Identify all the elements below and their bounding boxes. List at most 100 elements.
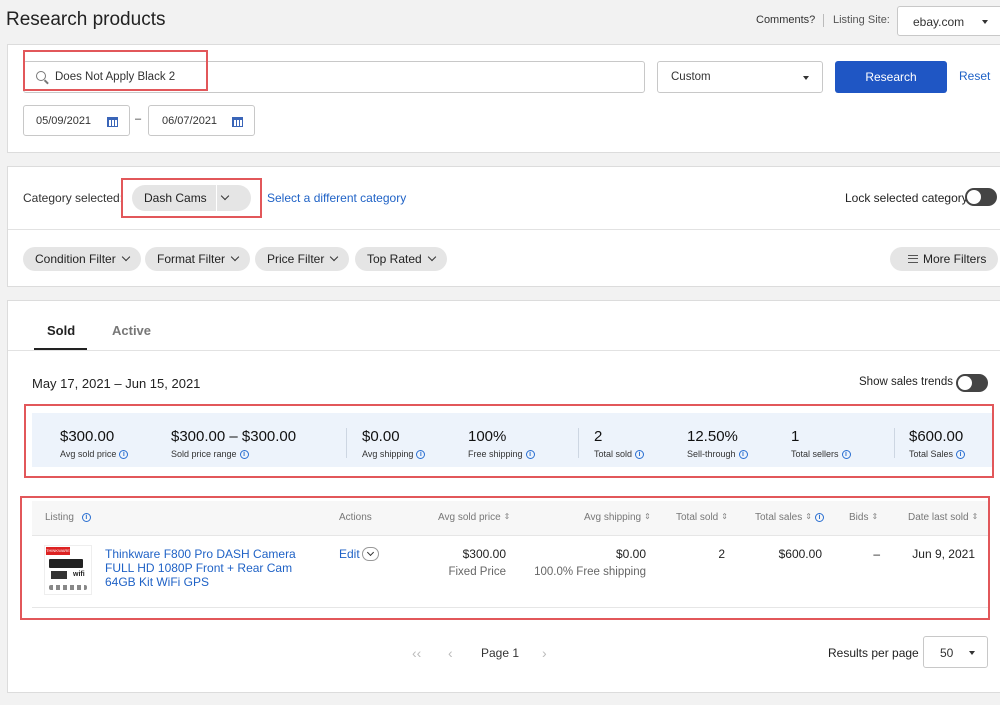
reset-link[interactable]: Reset <box>959 69 990 83</box>
stat-free-shipping: 100% Free shipping i <box>468 428 535 460</box>
listing-site-label: Listing Site: <box>833 14 890 26</box>
info-icon[interactable]: i <box>416 450 426 460</box>
condition-filter-label: Condition Filter <box>35 252 116 266</box>
stat-label: Total sold <box>594 449 633 459</box>
stat-value: 12.50% <box>687 428 738 445</box>
category-chip[interactable]: Dash Cams <box>132 185 251 211</box>
lock-category-toggle[interactable] <box>965 188 997 206</box>
more-filters-button[interactable]: More Filters <box>890 247 999 271</box>
col-bids-label: Bids <box>849 512 869 523</box>
stat-label: Total sellers <box>791 449 839 459</box>
next-page-icon[interactable]: › <box>542 645 547 661</box>
stats-divider <box>346 428 347 458</box>
results-card <box>7 300 1000 693</box>
more-filters-label: More Filters <box>923 252 987 266</box>
sort-icon[interactable]: ⇕ <box>644 513 651 521</box>
top-rated-filter-label: Top Rated <box>367 252 422 266</box>
chevron-down-icon <box>230 252 240 262</box>
lock-category-label: Lock selected category <box>845 191 968 205</box>
table-header-row <box>32 501 990 536</box>
format-filter-label: Format Filter <box>157 252 226 266</box>
col-avg-shipping[interactable]: Avg shipping ⇕ <box>584 512 651 523</box>
stat-label: Avg sold price <box>60 449 117 459</box>
chevron-down-icon <box>366 548 375 557</box>
stat-total-sales: $600.00 Total Sales i <box>909 428 966 460</box>
product-thumbnail[interactable]: THINKWARE wifi <box>44 545 92 595</box>
sort-icon[interactable]: ⇕ <box>504 513 511 521</box>
col-bids[interactable]: Bids ⇕ <box>849 512 878 523</box>
format-filter-button[interactable]: Format Filter <box>145 247 251 271</box>
row-total-sold: 2 <box>718 547 725 561</box>
sort-icon[interactable]: ⇕ <box>805 513 812 521</box>
listing-site-value: ebay.com <box>913 15 965 29</box>
prev-page-icon[interactable]: ‹ <box>448 645 453 661</box>
calendar-icon <box>232 117 243 127</box>
info-icon[interactable]: i <box>81 512 91 522</box>
price-filter-button[interactable]: Price Filter <box>255 247 350 271</box>
select-category-link[interactable]: Select a different category <box>267 191 406 205</box>
search-input[interactable]: Does Not Apply Black 2 <box>23 61 645 93</box>
category-label: Category selected: <box>23 191 124 205</box>
tabs-divider <box>8 350 1000 351</box>
product-title-link[interactable]: Thinkware F800 Pro DASH Camera FULL HD 1… <box>105 547 317 589</box>
col-avg-sold-price[interactable]: Avg sold price ⇕ <box>438 512 510 523</box>
date-from-input[interactable]: 05/09/2021 <box>23 105 130 136</box>
stats-divider <box>894 428 895 458</box>
search-icon-handle <box>44 79 49 85</box>
row-free-shipping: 100.0% Free shipping <box>534 566 646 578</box>
tab-active[interactable]: Active <box>112 323 151 338</box>
row-format: Fixed Price <box>448 566 506 578</box>
info-icon[interactable]: i <box>814 512 824 522</box>
col-total-sales-label: Total sales <box>755 512 803 523</box>
category-chip-label: Dash Cams <box>144 191 207 205</box>
thumb-brand-banner: THINKWARE <box>46 547 70 555</box>
row-total-sales: $600.00 <box>778 547 822 561</box>
period-select[interactable]: Custom <box>657 61 823 93</box>
date-to-input[interactable]: 06/07/2021 <box>148 105 255 136</box>
sales-trends-toggle[interactable] <box>956 374 988 392</box>
info-icon[interactable]: i <box>525 450 535 460</box>
first-page-icon[interactable]: ‹‹ <box>412 645 421 661</box>
col-total-sold[interactable]: Total sold ⇕ <box>676 512 728 523</box>
date-separator: – <box>135 113 142 125</box>
stat-value: $600.00 <box>909 428 964 445</box>
info-icon[interactable]: i <box>956 450 966 460</box>
date-to-value: 06/07/2021 <box>162 115 218 127</box>
top-rated-filter-button[interactable]: Top Rated <box>355 247 447 271</box>
stat-value: 100% <box>468 428 507 445</box>
stat-sold-price-range: $300.00 – $300.00 Sold price range i <box>171 428 297 460</box>
comments-link[interactable]: Comments? <box>756 14 815 26</box>
header-divider <box>823 14 824 27</box>
page-label: Page 1 <box>481 646 520 660</box>
stat-value: $300.00 – $300.00 <box>171 428 297 445</box>
results-per-page-value: 50 <box>940 646 954 660</box>
edit-menu-button[interactable] <box>362 547 379 561</box>
research-button[interactable]: Research <box>835 61 947 93</box>
stat-total-sellers: 1 Total sellers i <box>791 428 851 460</box>
menu-icon <box>908 254 918 263</box>
stats-divider <box>578 428 579 458</box>
info-icon[interactable]: i <box>841 450 851 460</box>
sort-icon[interactable]: ⇕ <box>721 513 728 521</box>
info-icon[interactable]: i <box>119 450 129 460</box>
sort-icon[interactable]: ⇕ <box>871 513 878 521</box>
edit-link[interactable]: Edit <box>339 547 360 561</box>
col-actions: Actions <box>339 512 372 523</box>
col-listing: Listing i <box>45 512 91 523</box>
info-icon[interactable]: i <box>239 450 249 460</box>
listing-site-select[interactable]: ebay.com <box>897 6 1000 36</box>
row-avg-shipping: $0.00 <box>615 547 646 561</box>
results-date-range: May 17, 2021 – Jun 15, 2021 <box>32 376 201 391</box>
info-icon[interactable]: i <box>738 450 748 460</box>
stat-avg-sold-price: $300.00 Avg sold price i <box>60 428 129 460</box>
col-date-last-sold[interactable]: Date last sold ⇕ <box>908 512 978 523</box>
results-per-page-select[interactable]: 50 <box>923 636 988 668</box>
sort-icon[interactable]: ⇕ <box>972 513 979 521</box>
info-icon[interactable]: i <box>635 450 645 460</box>
col-total-sales[interactable]: Total sales ⇕ i <box>755 512 824 523</box>
thumb-camera-shape <box>51 571 67 579</box>
condition-filter-button[interactable]: Condition Filter <box>23 247 141 271</box>
stat-value: 2 <box>594 428 603 445</box>
stat-sell-through: 12.50% Sell-through i <box>687 428 748 460</box>
tab-sold[interactable]: Sold <box>47 323 75 338</box>
